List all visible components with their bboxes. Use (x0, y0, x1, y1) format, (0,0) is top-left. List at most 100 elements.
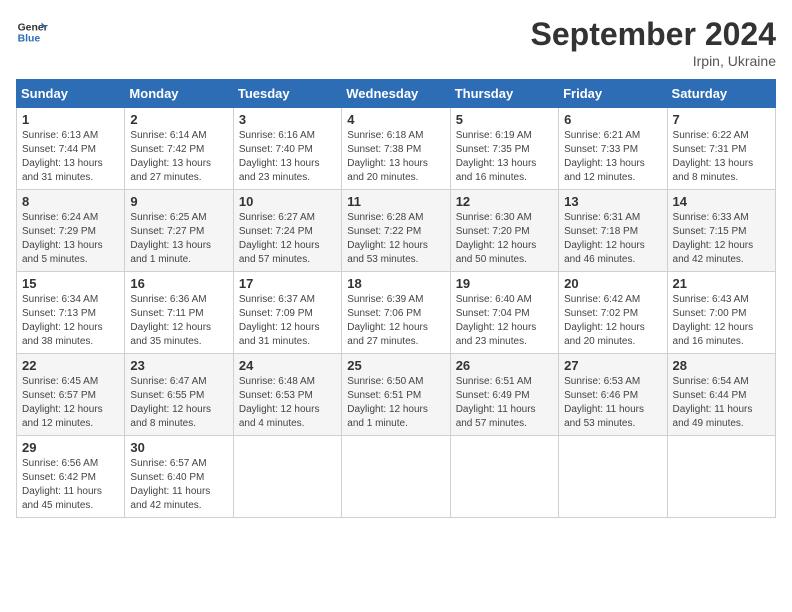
day-number: 23 (130, 358, 227, 373)
calendar-day-cell: 4 Sunrise: 6:18 AMSunset: 7:38 PMDaylight… (342, 108, 450, 190)
calendar-day-cell: 22 Sunrise: 6:45 AMSunset: 6:57 PMDayligh… (17, 354, 125, 436)
calendar-day-cell: 23 Sunrise: 6:47 AMSunset: 6:55 PMDayligh… (125, 354, 233, 436)
day-number: 4 (347, 112, 444, 127)
day-info: Sunrise: 6:37 AMSunset: 7:09 PMDaylight:… (239, 293, 336, 349)
calendar-day-cell: 20Sunrise: 6:42 AMSunset: 7:02 PMDayligh… (559, 272, 667, 354)
day-info: Sunrise: 6:24 AMSunset: 7:29 PMDaylight:… (22, 211, 119, 267)
day-info: Sunrise: 6:50 AMSunset: 6:51 PMDaylight:… (347, 375, 444, 431)
day-info: Sunrise: 6:40 AMSunset: 7:04 PMDaylight:… (456, 293, 553, 349)
day-info: Sunrise: 6:56 AMSunset: 6:42 PMDaylight:… (22, 457, 119, 513)
day-info: Sunrise: 6:33 AMSunset: 7:15 PMDaylight:… (673, 211, 770, 267)
day-info: Sunrise: 6:30 AMSunset: 7:20 PMDaylight:… (456, 211, 553, 267)
calendar-day-cell: 5Sunrise: 6:19 AMSunset: 7:35 PMDaylight… (450, 108, 558, 190)
day-number: 15 (22, 276, 119, 291)
day-info: Sunrise: 6:47 AMSunset: 6:55 PMDaylight:… (130, 375, 227, 431)
calendar-day-cell: 10 Sunrise: 6:27 AMSunset: 7:24 PMDayligh… (233, 190, 341, 272)
calendar-day-cell: 18 Sunrise: 6:39 AMSunset: 7:06 PMDayligh… (342, 272, 450, 354)
weekday-header-row: SundayMondayTuesdayWednesdayThursdayFrid… (17, 80, 776, 108)
title-area: September 2024 Irpin, Ukraine (531, 16, 776, 69)
day-info: Sunrise: 6:18 AMSunset: 7:38 PMDaylight:… (347, 129, 444, 185)
svg-text:General: General (18, 22, 48, 33)
weekday-header-cell: Thursday (450, 80, 558, 108)
calendar-week-row: 29 Sunrise: 6:56 AMSunset: 6:42 PMDayligh… (17, 436, 776, 518)
day-info: Sunrise: 6:54 AMSunset: 6:44 PMDaylight:… (673, 375, 770, 431)
weekday-header-cell: Tuesday (233, 80, 341, 108)
weekday-header-cell: Sunday (17, 80, 125, 108)
day-info: Sunrise: 6:36 AMSunset: 7:11 PMDaylight:… (130, 293, 227, 349)
calendar-day-cell: 1Sunrise: 6:13 AMSunset: 7:44 PMDaylight… (17, 108, 125, 190)
weekday-header-cell: Wednesday (342, 80, 450, 108)
calendar-day-cell: 8 Sunrise: 6:24 AMSunset: 7:29 PMDaylight… (17, 190, 125, 272)
day-number: 18 (347, 276, 444, 291)
day-info: Sunrise: 6:31 AMSunset: 7:18 PMDaylight:… (564, 211, 661, 267)
calendar-day-cell: 15Sunrise: 6:34 AMSunset: 7:13 PMDayligh… (17, 272, 125, 354)
day-number: 12 (456, 194, 553, 209)
page-header: General Blue September 2024 Irpin, Ukrai… (16, 16, 776, 69)
day-info: Sunrise: 6:27 AMSunset: 7:24 PMDaylight:… (239, 211, 336, 267)
day-number: 30 (130, 440, 227, 455)
month-title: September 2024 (531, 16, 776, 53)
day-number: 3 (239, 112, 336, 127)
calendar-week-row: 1Sunrise: 6:13 AMSunset: 7:44 PMDaylight… (17, 108, 776, 190)
calendar-week-row: 15Sunrise: 6:34 AMSunset: 7:13 PMDayligh… (17, 272, 776, 354)
calendar-day-cell (233, 436, 341, 518)
day-info: Sunrise: 6:57 AMSunset: 6:40 PMDaylight:… (130, 457, 227, 513)
calendar-day-cell: 27 Sunrise: 6:53 AMSunset: 6:46 PMDayligh… (559, 354, 667, 436)
calendar-day-cell: 3Sunrise: 6:16 AMSunset: 7:40 PMDaylight… (233, 108, 341, 190)
day-info: Sunrise: 6:14 AMSunset: 7:42 PMDaylight:… (130, 129, 227, 185)
day-info: Sunrise: 6:48 AMSunset: 6:53 PMDaylight:… (239, 375, 336, 431)
calendar-day-cell (450, 436, 558, 518)
day-number: 22 (22, 358, 119, 373)
calendar-day-cell: 7 Sunrise: 6:22 AMSunset: 7:31 PMDaylight… (667, 108, 775, 190)
calendar-day-cell: 13 Sunrise: 6:31 AMSunset: 7:18 PMDayligh… (559, 190, 667, 272)
day-number: 19 (456, 276, 553, 291)
day-number: 17 (239, 276, 336, 291)
calendar-day-cell (342, 436, 450, 518)
day-number: 29 (22, 440, 119, 455)
day-info: Sunrise: 6:25 AMSunset: 7:27 PMDaylight:… (130, 211, 227, 267)
calendar-body: 1Sunrise: 6:13 AMSunset: 7:44 PMDaylight… (17, 108, 776, 518)
weekday-header-cell: Friday (559, 80, 667, 108)
day-info: Sunrise: 6:51 AMSunset: 6:49 PMDaylight:… (456, 375, 553, 431)
calendar-table: SundayMondayTuesdayWednesdayThursdayFrid… (16, 79, 776, 518)
day-number: 8 (22, 194, 119, 209)
day-number: 5 (456, 112, 553, 127)
day-number: 25 (347, 358, 444, 373)
day-info: Sunrise: 6:22 AMSunset: 7:31 PMDaylight:… (673, 129, 770, 185)
day-number: 13 (564, 194, 661, 209)
calendar-day-cell: 6 Sunrise: 6:21 AMSunset: 7:33 PMDaylight… (559, 108, 667, 190)
day-number: 26 (456, 358, 553, 373)
logo-icon: General Blue (16, 16, 48, 48)
weekday-header-cell: Saturday (667, 80, 775, 108)
day-info: Sunrise: 6:28 AMSunset: 7:22 PMDaylight:… (347, 211, 444, 267)
day-number: 27 (564, 358, 661, 373)
calendar-day-cell: 17 Sunrise: 6:37 AMSunset: 7:09 PMDayligh… (233, 272, 341, 354)
day-info: Sunrise: 6:45 AMSunset: 6:57 PMDaylight:… (22, 375, 119, 431)
day-info: Sunrise: 6:43 AMSunset: 7:00 PMDaylight:… (673, 293, 770, 349)
calendar-day-cell: 9 Sunrise: 6:25 AMSunset: 7:27 PMDaylight… (125, 190, 233, 272)
day-info: Sunrise: 6:53 AMSunset: 6:46 PMDaylight:… (564, 375, 661, 431)
calendar-day-cell: 14Sunrise: 6:33 AMSunset: 7:15 PMDayligh… (667, 190, 775, 272)
calendar-day-cell: 11 Sunrise: 6:28 AMSunset: 7:22 PMDayligh… (342, 190, 450, 272)
day-info: Sunrise: 6:21 AMSunset: 7:33 PMDaylight:… (564, 129, 661, 185)
location: Irpin, Ukraine (531, 53, 776, 69)
day-number: 7 (673, 112, 770, 127)
day-number: 11 (347, 194, 444, 209)
day-number: 2 (130, 112, 227, 127)
day-number: 21 (673, 276, 770, 291)
calendar-day-cell (667, 436, 775, 518)
day-number: 10 (239, 194, 336, 209)
calendar-day-cell: 24Sunrise: 6:48 AMSunset: 6:53 PMDayligh… (233, 354, 341, 436)
day-number: 6 (564, 112, 661, 127)
calendar-day-cell: 21 Sunrise: 6:43 AMSunset: 7:00 PMDayligh… (667, 272, 775, 354)
day-info: Sunrise: 6:42 AMSunset: 7:02 PMDaylight:… (564, 293, 661, 349)
day-info: Sunrise: 6:39 AMSunset: 7:06 PMDaylight:… (347, 293, 444, 349)
calendar-day-cell: 26 Sunrise: 6:51 AMSunset: 6:49 PMDayligh… (450, 354, 558, 436)
calendar-day-cell: 29 Sunrise: 6:56 AMSunset: 6:42 PMDayligh… (17, 436, 125, 518)
day-number: 16 (130, 276, 227, 291)
calendar-day-cell (559, 436, 667, 518)
svg-text:Blue: Blue (18, 34, 41, 45)
calendar-week-row: 22 Sunrise: 6:45 AMSunset: 6:57 PMDayligh… (17, 354, 776, 436)
day-number: 9 (130, 194, 227, 209)
calendar-day-cell: 28Sunrise: 6:54 AMSunset: 6:44 PMDayligh… (667, 354, 775, 436)
